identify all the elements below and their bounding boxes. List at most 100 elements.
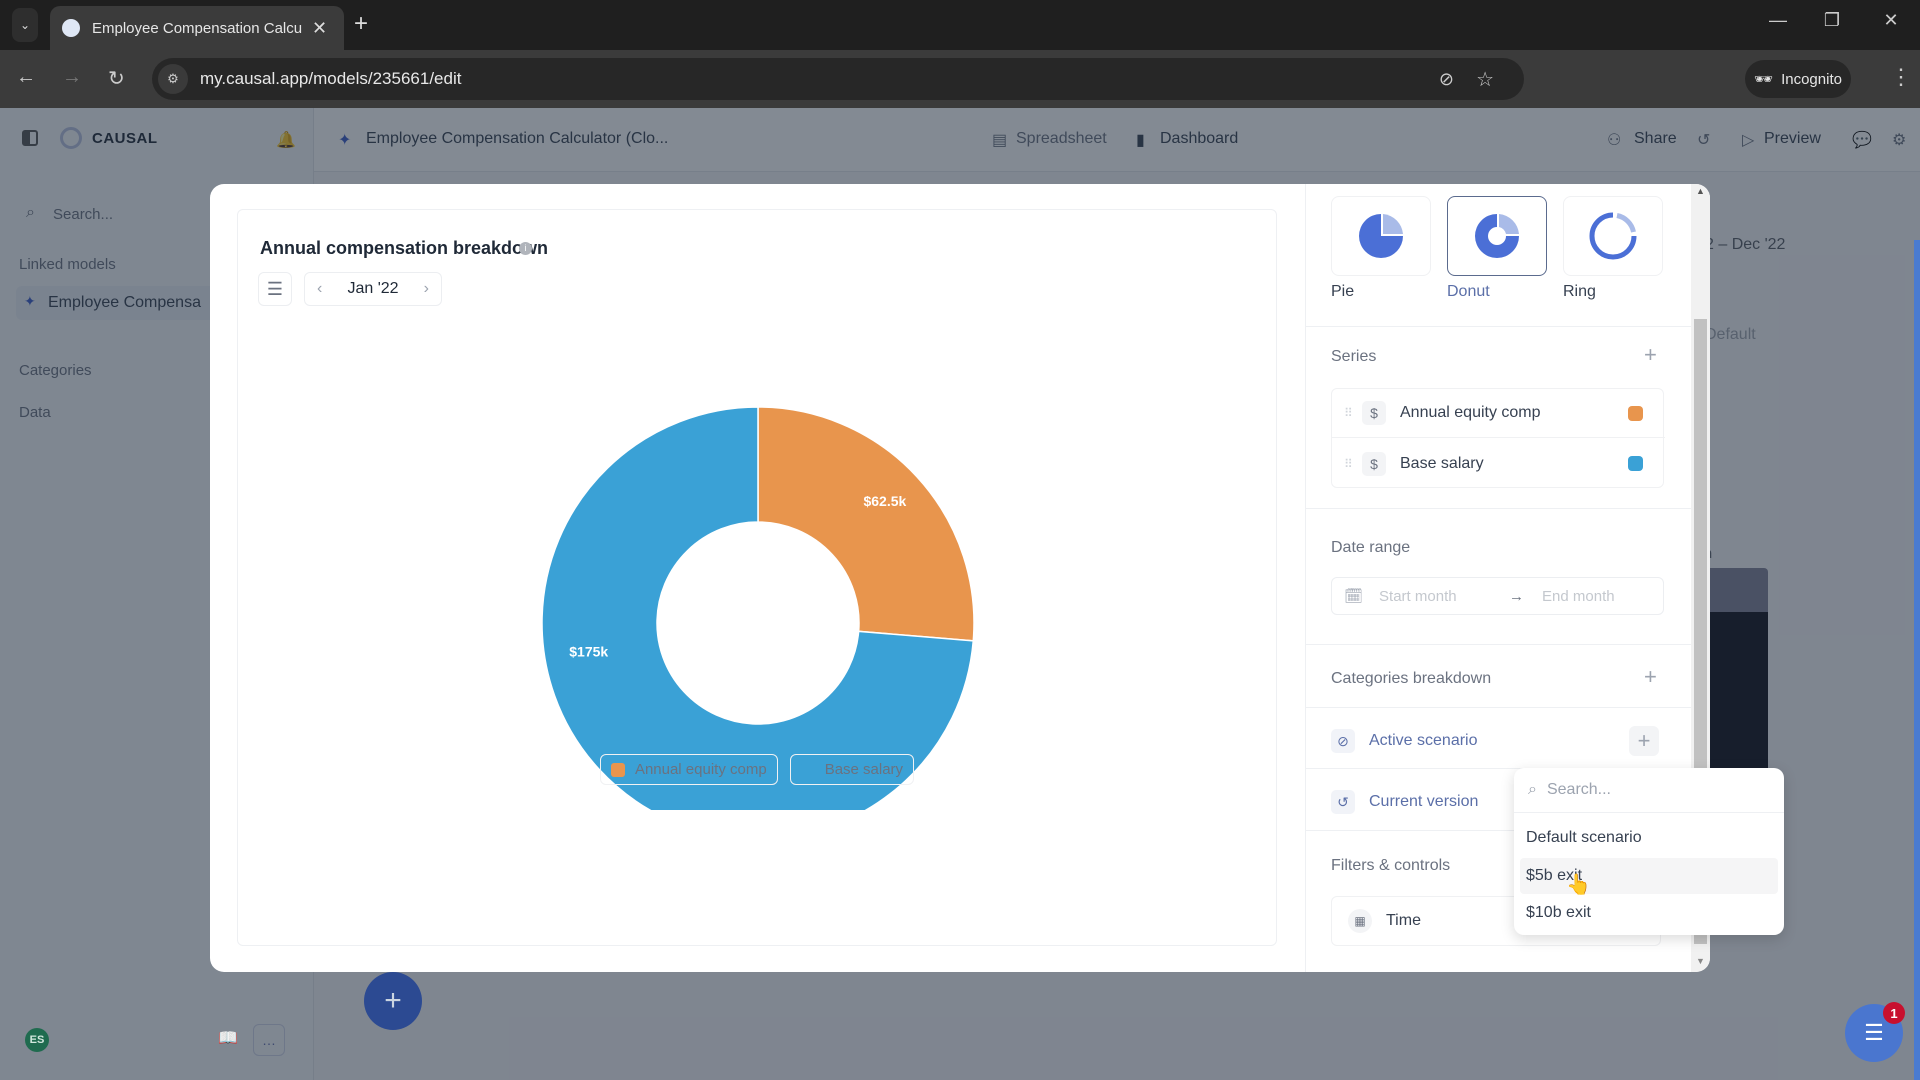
series-name: Base salary — [1400, 454, 1484, 472]
scenario-dropdown: ⌕ Search... Default scenario $5b exit $1… — [1514, 768, 1784, 935]
legend-swatch-equity — [610, 762, 625, 777]
series-heading: Series — [1331, 348, 1377, 365]
version-history-icon: ↺ — [1331, 790, 1355, 814]
restore-button[interactable]: ❐ — [1812, 10, 1852, 31]
tab-search-button[interactable]: ⌄ — [12, 8, 38, 42]
bg-table-header — [1700, 568, 1768, 612]
categories-breakdown-heading: Categories breakdown — [1331, 670, 1492, 687]
divider — [1306, 326, 1691, 327]
minimize-button[interactable]: — — [1758, 10, 1798, 31]
chat-bubble-icon: ☰ — [1864, 1020, 1884, 1045]
dropdown-item-5b-exit[interactable]: $5b exit — [1520, 858, 1778, 894]
series-name: Annual equity comp — [1400, 404, 1541, 421]
date-range-input[interactable]: 🗓 Start month → End month — [1331, 577, 1664, 615]
support-unread-badge: 1 — [1883, 1002, 1905, 1024]
dropdown-item-10b-exit[interactable]: $10b exit — [1520, 895, 1778, 931]
legend-label-equity: Annual equity comp — [634, 761, 767, 778]
divider — [1306, 644, 1691, 645]
legend-swatch-base-salary — [800, 762, 815, 777]
series-color-swatch[interactable] — [1628, 405, 1643, 421]
site-info-icon[interactable]: ⚙ — [158, 64, 188, 94]
chart-card: Annual compensation breakdown i ☰ ‹ Jan … — [237, 209, 1277, 946]
calendar-icon: 🗓 — [1344, 588, 1364, 605]
hand-cursor-icon: 👆 — [1566, 874, 1591, 896]
close-window-button[interactable]: ✕ — [1871, 10, 1911, 31]
drag-handle-icon[interactable]: ⠿ — [1344, 406, 1354, 420]
dropdown-item-default-scenario[interactable]: Default scenario — [1520, 820, 1778, 856]
divider — [1306, 707, 1691, 708]
tab-title: Employee Compensation Calcul — [92, 19, 302, 37]
add-category-breakdown-button[interactable]: + — [1644, 664, 1657, 690]
date-range-heading: Date range — [1331, 539, 1411, 556]
new-tab-button[interactable]: + — [354, 10, 368, 38]
start-month-input[interactable]: Start month — [1379, 588, 1499, 605]
url-text[interactable]: my.causal.app/models/235661/edit — [200, 69, 461, 89]
chart-type-ring-label: Ring — [1563, 283, 1596, 300]
chart-legend: Annual equity comp Base salary — [238, 754, 1276, 785]
scroll-down-arrow[interactable]: ▼ — [1696, 956, 1705, 966]
divider — [1306, 508, 1691, 509]
series-list: ⠿ $ Annual equity comp ⠿ $ Base salary — [1331, 388, 1665, 488]
favicon-icon — [62, 19, 80, 37]
forward-button[interactable]: → — [62, 66, 82, 89]
donut-chart: $62.5k $175k — [541, 406, 975, 810]
bg-scenario-select: Default — [1705, 326, 1756, 343]
close-tab-icon[interactable]: ✕ — [312, 18, 327, 39]
incognito-label: Incognito — [1781, 70, 1842, 88]
legend-item-base-salary[interactable]: Base salary — [789, 754, 915, 785]
bg-date-range: 2 – Dec '22 — [1705, 236, 1786, 253]
series-color-swatch[interactable] — [1628, 456, 1643, 471]
scenario-icon: ⊘ — [1331, 729, 1355, 753]
dropdown-search-field[interactable]: ⌕ Search... — [1514, 768, 1784, 813]
filters-controls-heading: Filters & controls — [1331, 857, 1451, 874]
scroll-up-arrow[interactable]: ▲ — [1696, 186, 1705, 196]
slice-value-label: $62.5k — [863, 493, 906, 509]
drag-handle-icon[interactable]: ⠿ — [1344, 457, 1354, 471]
dropdown-search-input[interactable]: Search... — [1547, 781, 1611, 799]
arrow-right-icon: → — [1509, 587, 1525, 605]
legend-label-base-salary: Base salary — [824, 761, 904, 778]
plus-icon: + — [1637, 728, 1651, 753]
feedback-chat-icon[interactable]: … — [253, 1024, 285, 1056]
current-version-row[interactable]: ↺ Current version — [1331, 790, 1478, 814]
dollar-icon: $ — [1362, 451, 1386, 476]
donut-slice-annual-equity-comp[interactable] — [757, 406, 975, 642]
calendar-13-icon: ▦ — [1348, 909, 1372, 933]
time-label: Time — [1386, 912, 1421, 929]
add-scenario-button[interactable]: + — [1629, 726, 1659, 756]
bg-table-body — [1700, 612, 1768, 772]
incognito-icon: 🕶 — [1754, 71, 1774, 88]
chart-type-pie-label: Pie — [1331, 283, 1355, 300]
bg-edge-accent — [1914, 240, 1920, 1080]
dollar-icon: $ — [1362, 401, 1386, 425]
current-version-label: Current version — [1369, 793, 1479, 810]
search-icon: ⌕ — [1528, 781, 1537, 798]
tracking-blocked-icon[interactable]: ⊘ — [1439, 69, 1454, 90]
add-widget-button[interactable]: + — [364, 972, 422, 1030]
incognito-badge[interactable]: 🕶 Incognito — [1745, 60, 1851, 98]
reload-button[interactable]: ↻ — [108, 66, 125, 91]
chart-type-pie[interactable] — [1331, 196, 1431, 276]
bookmark-star-icon[interactable]: ☆ — [1476, 67, 1494, 92]
chart-type-donut[interactable] — [1447, 196, 1547, 276]
slice-value-label: $175k — [569, 643, 608, 659]
donut-type-icon — [1475, 214, 1519, 258]
chart-editor-modal: Annual compensation breakdown i ☰ ‹ Jan … — [210, 184, 1710, 972]
browser-menu-icon[interactable]: ⋮ — [1890, 64, 1912, 90]
series-row[interactable]: ⠿ $ Annual equity comp — [1332, 389, 1665, 438]
add-series-button[interactable]: + — [1644, 342, 1657, 368]
legend-item-equity[interactable]: Annual equity comp — [599, 754, 778, 785]
back-button[interactable]: ← — [16, 66, 36, 89]
pie-type-icon — [1359, 214, 1403, 258]
ring-type-icon — [1589, 212, 1637, 260]
browser-tab[interactable]: Employee Compensation Calcul ✕ — [50, 6, 344, 50]
chart-type-donut-label: Donut — [1447, 283, 1490, 300]
chart-type-ring[interactable] — [1563, 196, 1663, 276]
active-scenario-row[interactable]: ⊘ Active scenario — [1331, 729, 1478, 753]
active-scenario-label: Active scenario — [1369, 732, 1478, 749]
end-month-input[interactable]: End month — [1542, 588, 1615, 605]
omnibox[interactable]: ⚙ my.causal.app/models/235661/edit ⊘ ☆ — [152, 58, 1524, 100]
docs-book-icon[interactable]: 📖 — [218, 1028, 238, 1048]
series-row[interactable]: ⠿ $ Base salary — [1332, 439, 1665, 488]
user-avatar[interactable]: ES — [25, 1028, 49, 1052]
